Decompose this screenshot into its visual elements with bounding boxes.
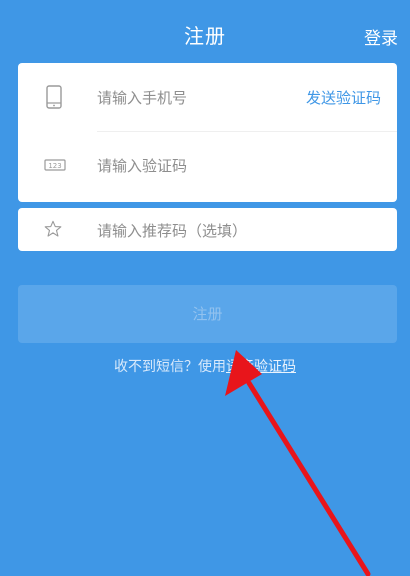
phone-input[interactable]: 请输入手机号 (97, 87, 187, 108)
phone-icon (46, 85, 62, 109)
sms-hint-text: 收不到短信？使用 (114, 359, 226, 375)
login-button[interactable]: 登录 (364, 24, 398, 49)
top-bar: 注册 登录 (0, 0, 410, 64)
sms-hint: 收不到短信？使用语音验证码 (0, 356, 410, 376)
voice-code-link[interactable]: 语音验证码 (226, 359, 296, 375)
register-button[interactable]: 注册 (18, 285, 397, 343)
star-icon (44, 220, 62, 237)
keypad-icon: 123 (44, 159, 66, 171)
referral-input[interactable]: 请输入推荐码（选填） (97, 220, 247, 241)
send-code-button[interactable]: 发送验证码 (306, 87, 381, 108)
referral-card: 请输入推荐码（选填） (18, 208, 397, 251)
keypad-icon-text: 123 (48, 162, 61, 170)
credentials-card: 请输入手机号 发送验证码 123 请输入验证码 (18, 63, 397, 202)
code-input[interactable]: 请输入验证码 (97, 155, 187, 176)
page-title: 注册 (184, 24, 226, 48)
code-field[interactable]: 123 请输入验证码 (18, 131, 397, 199)
referral-field[interactable]: 请输入推荐码（选填） (18, 208, 397, 251)
phone-field[interactable]: 请输入手机号 发送验证码 (18, 63, 397, 131)
